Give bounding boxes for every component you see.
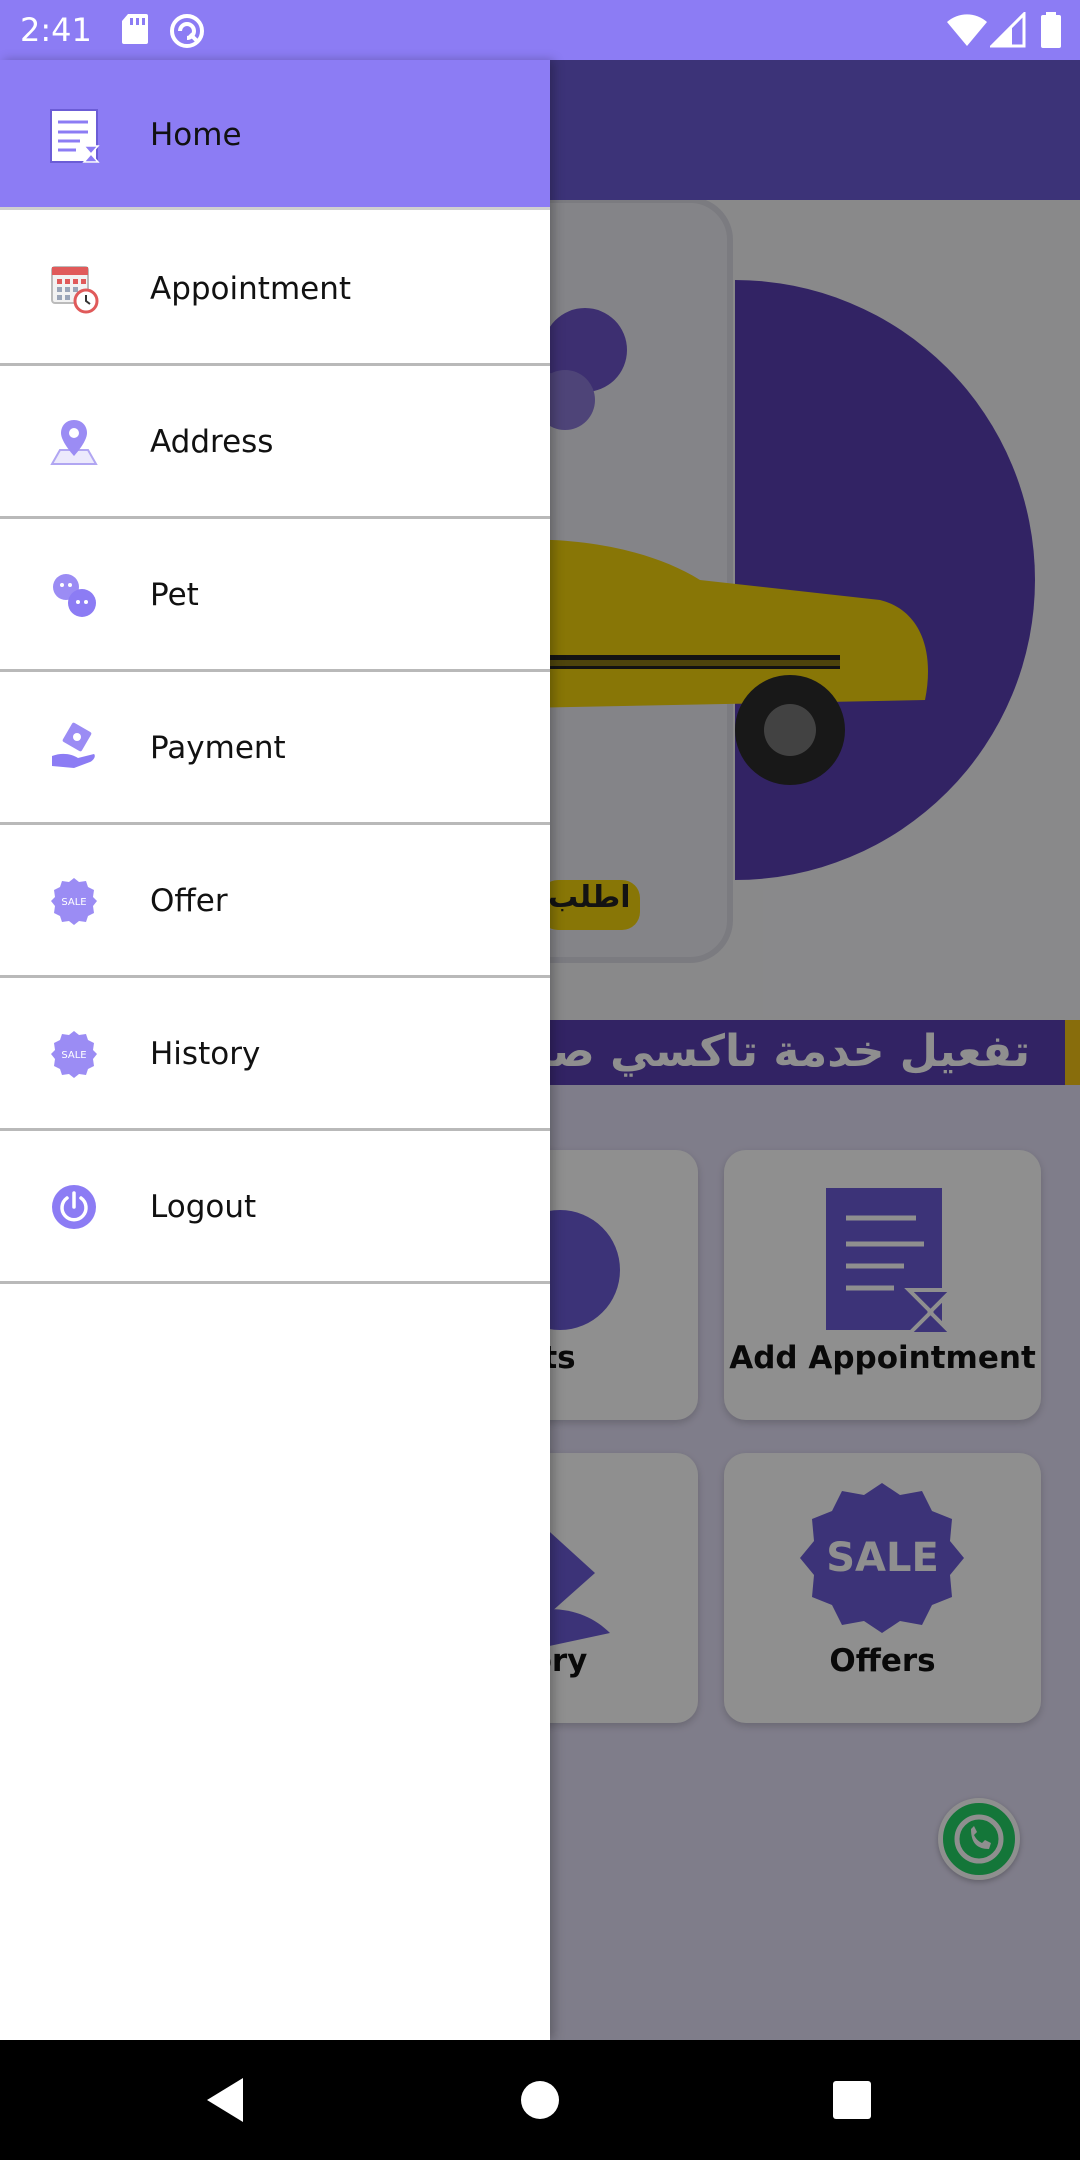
battery-icon xyxy=(1041,12,1061,48)
drawer-item-pet[interactable]: Pet xyxy=(0,519,550,672)
drawer-item-home[interactable]: Home xyxy=(0,60,550,210)
calendar-clock-icon xyxy=(51,266,99,314)
drawer-menu: Appointment Address Pet Payment SALE Off… xyxy=(0,213,550,1284)
location-pin-icon xyxy=(50,420,98,465)
drawer-item-appointment[interactable]: Appointment xyxy=(0,213,550,366)
sd-card-icon xyxy=(122,14,148,44)
sale-badge-icon: SALE xyxy=(51,878,97,925)
drawer-item-label: Logout xyxy=(150,1189,257,1225)
power-icon xyxy=(52,1185,96,1229)
system-nav-bar xyxy=(0,2040,1080,2160)
payment-hand-icon xyxy=(52,722,95,768)
sale-badge-icon: SALE xyxy=(51,1031,97,1078)
drawer-item-logout[interactable]: Logout xyxy=(0,1131,550,1284)
drawer-home-label: Home xyxy=(150,117,242,153)
wifi-icon xyxy=(947,14,987,46)
drawer-item-label: Appointment xyxy=(150,271,352,307)
back-icon[interactable] xyxy=(195,2070,255,2130)
drawer-item-history[interactable]: SALE History xyxy=(0,978,550,1131)
status-time: 2:41 xyxy=(20,11,92,49)
drawer-item-label: Address xyxy=(150,424,274,460)
pets-icon xyxy=(53,574,96,617)
document-icon xyxy=(50,109,100,163)
drawer-item-offer[interactable]: SALE Offer xyxy=(0,825,550,978)
sale-text: SALE xyxy=(61,1050,86,1061)
drawer-item-label: Pet xyxy=(150,577,199,613)
sale-text: SALE xyxy=(61,897,86,908)
sync-icon xyxy=(170,14,204,48)
drawer-item-label: History xyxy=(150,1036,261,1072)
status-bar: 2:41 xyxy=(0,0,1080,60)
drawer-item-label: Payment xyxy=(150,730,286,766)
recents-icon[interactable] xyxy=(822,2070,882,2130)
cell-signal-icon xyxy=(990,12,1026,48)
drawer-item-payment[interactable]: Payment xyxy=(0,672,550,825)
navigation-drawer: Home Appointment Address Pet Payment SAL… xyxy=(0,60,550,2040)
home-icon[interactable] xyxy=(510,2070,570,2130)
drawer-item-label: Offer xyxy=(150,883,228,919)
drawer-item-address[interactable]: Address xyxy=(0,366,550,519)
